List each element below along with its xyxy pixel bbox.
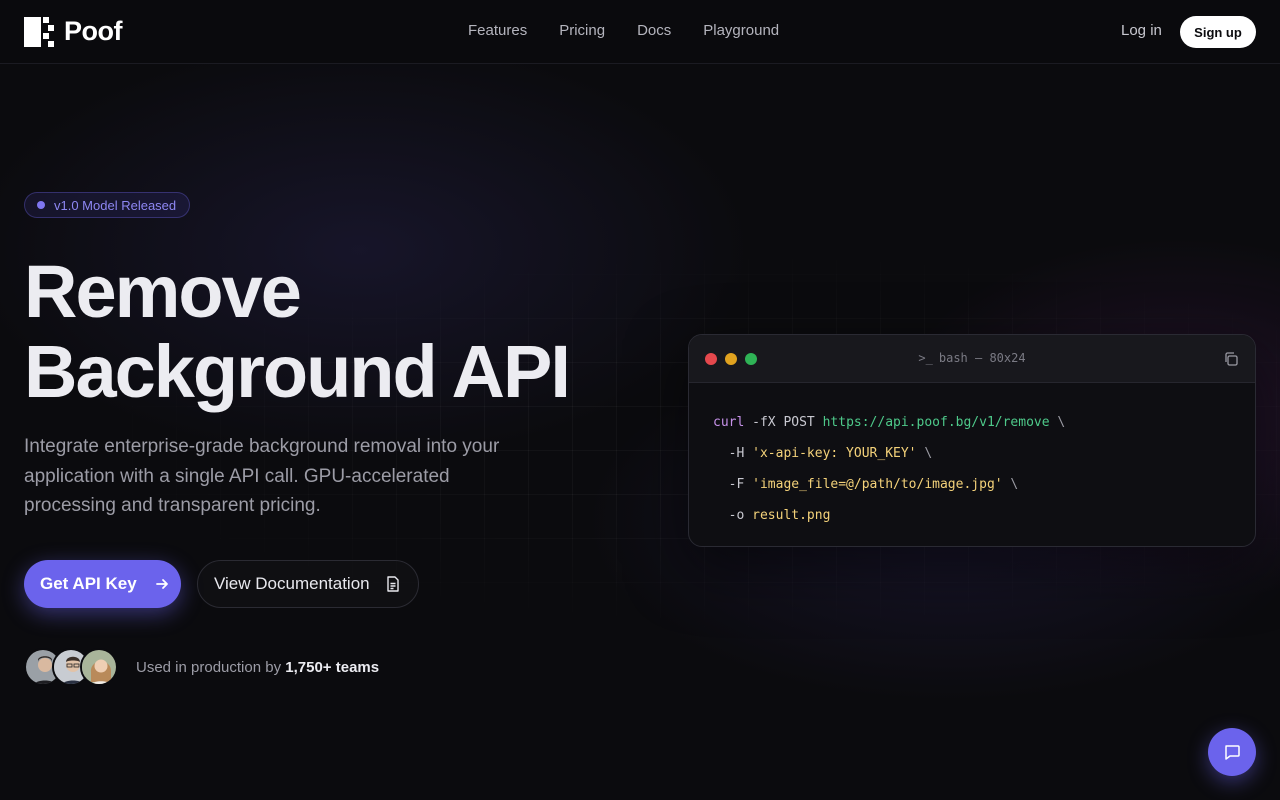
social-proof: Used in production by 1,750+ teams <box>136 659 379 676</box>
badge-dot-icon <box>37 201 45 209</box>
social-proof-prefix: Used in production by <box>136 659 282 676</box>
view-documentation-button[interactable]: View Documentation <box>197 560 419 608</box>
get-api-key-label: Get API Key <box>40 574 137 593</box>
view-documentation-label: View Documentation <box>214 574 370 593</box>
code-line: -o result.png <box>728 508 831 523</box>
release-badge[interactable]: v1.0 Model Released <box>24 192 190 218</box>
team-avatars <box>24 648 118 688</box>
signup-button[interactable]: Sign up <box>1180 16 1256 48</box>
avatar <box>80 648 118 686</box>
nav-features[interactable]: Features <box>468 22 527 39</box>
hero-subtitle: Integrate enterprise-grade background re… <box>24 436 500 516</box>
code-line: curl -fX POST https://api.poof.bg/v1/rem… <box>713 415 1066 430</box>
headline-line-1: Remove <box>24 250 302 333</box>
nav-playground[interactable]: Playground <box>703 22 779 39</box>
login-link[interactable]: Log in <box>1121 22 1162 39</box>
copy-icon[interactable] <box>1223 351 1239 367</box>
terminal-title-text: bash — 80x24 <box>938 351 1026 365</box>
chat-icon <box>1225 745 1240 760</box>
code-line: -H 'x-api-key: YOUR_KEY' \ <box>728 446 933 461</box>
arrow-right-icon <box>155 579 168 589</box>
code-line: -F 'image_file=@/path/to/image.jpg' \ <box>728 477 1019 492</box>
nav-pricing[interactable]: Pricing <box>559 22 605 39</box>
social-proof-count: 1,750+ teams <box>285 659 380 676</box>
terminal-window: >_ bash — 80x24 curl -fX POST https://api… <box>688 334 1256 547</box>
badge-label: v1.0 Model Released <box>54 197 177 213</box>
main-nav: Features Pricing Docs Playground <box>468 22 779 39</box>
brand-logo[interactable]: Poof <box>24 16 123 47</box>
terminal-title: >_ bash — 80x24 <box>689 351 1255 365</box>
brand-name: Poof <box>64 16 123 46</box>
top-header: Poof Features Pricing Docs Playground Lo… <box>0 0 1280 64</box>
chat-button[interactable] <box>1208 728 1256 776</box>
headline-line-2: Background API <box>24 330 571 413</box>
document-icon <box>386 576 399 592</box>
terminal-prompt-icon: >_ <box>918 351 933 365</box>
poof-logo-icon <box>24 16 54 47</box>
code-block[interactable]: curl -fX POST https://api.poof.bg/v1/rem… <box>689 383 1255 531</box>
nav-docs[interactable]: Docs <box>637 22 671 39</box>
get-api-key-button[interactable]: Get API Key <box>24 560 181 608</box>
terminal-titlebar: >_ bash — 80x24 <box>689 335 1255 383</box>
hero-headline: Remove Background API <box>24 252 664 412</box>
